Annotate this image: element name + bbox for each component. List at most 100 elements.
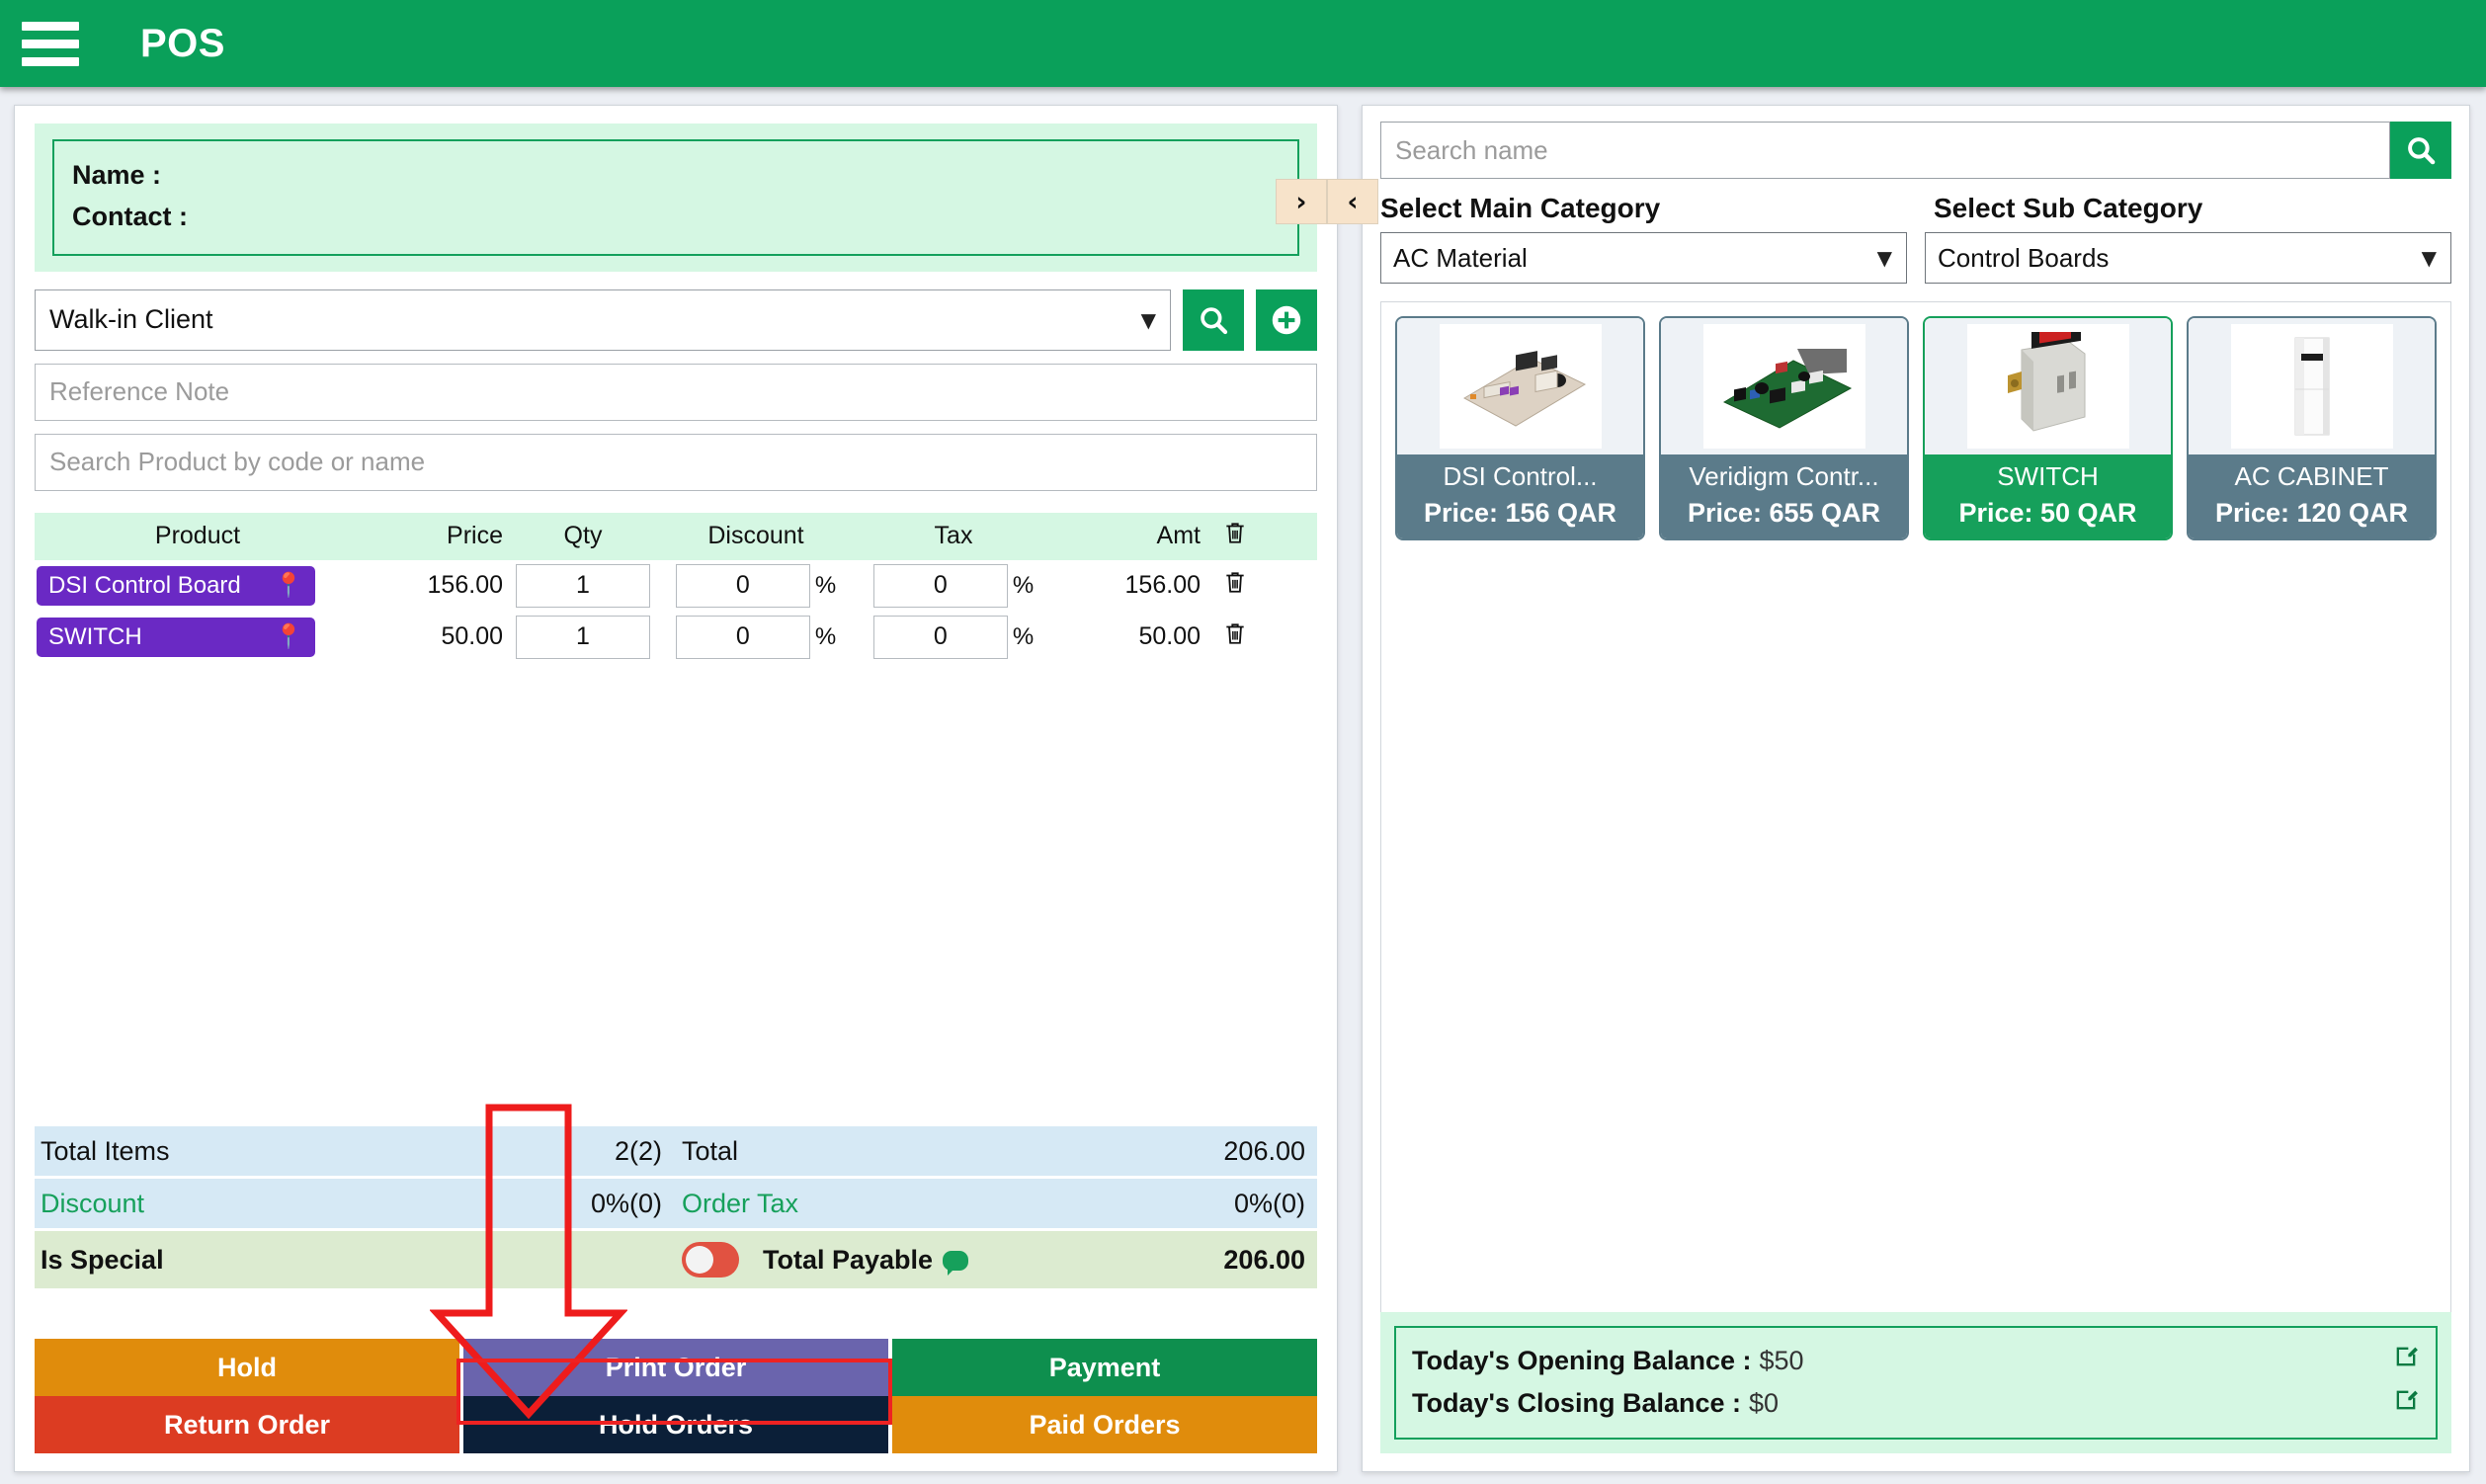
product-card[interactable]: Veridigm Contr... Price: 655 QAR — [1659, 316, 1909, 540]
main-category-label: Select Main Category — [1380, 193, 1661, 223]
product-image — [2189, 318, 2435, 454]
total-payable-label: Total Payable — [763, 1244, 934, 1275]
client-select[interactable]: Walk-in Client ▼ — [35, 289, 1171, 351]
is-special-toggle[interactable] — [682, 1242, 739, 1278]
order-tax-label[interactable]: Order Tax — [676, 1189, 1234, 1219]
main-category-select[interactable]: AC Material ▼ — [1380, 232, 1907, 284]
edit-closing-balance-button[interactable] — [2392, 1383, 2420, 1426]
total-items-value: 2(2) — [614, 1135, 662, 1166]
total-label: Total — [682, 1135, 739, 1166]
top-app-bar: POS — [0, 0, 2486, 87]
table-row: DSI Control Board 📍 156.00 1 0 % 0 % 156… — [35, 560, 1317, 612]
page-body: › ‹ Name : Contact : Walk-in Client ▼ Re… — [0, 87, 2486, 1484]
trash-icon — [1226, 572, 1244, 593]
column-header-qty: Qty — [563, 522, 603, 550]
balance-box: Today's Opening Balance : $50 Today's Cl… — [1380, 1312, 2451, 1453]
product-card[interactable]: SWITCH Price: 50 QAR — [1923, 316, 2173, 540]
order-item-badge[interactable]: DSI Control Board 📍 — [37, 565, 315, 606]
ac-cabinet-image — [2294, 337, 2329, 436]
totals-section: Total Items 2(2) Total 206.00 Discount 0… — [35, 1126, 1317, 1291]
product-name: DSI Control... — [1443, 461, 1598, 491]
edit-icon — [2396, 1347, 2418, 1366]
sub-category-label: Select Sub Category — [1934, 193, 2203, 223]
closing-balance-value: $0 — [1749, 1388, 1780, 1419]
location-pin-icon: 📍 — [274, 572, 303, 600]
chevron-down-icon: ▼ — [2421, 246, 2437, 270]
is-special-label: Is Special — [41, 1244, 164, 1275]
qty-input[interactable]: 1 — [516, 615, 650, 659]
trash-icon — [1226, 623, 1244, 644]
tax-input[interactable]: 0 — [872, 563, 1008, 608]
product-card[interactable]: DSI Control... Price: 156 QAR — [1395, 316, 1645, 540]
discount-label[interactable]: Discount — [41, 1189, 591, 1219]
product-panel: Search name Select Main Category Select … — [1362, 105, 2470, 1472]
plus-icon — [1272, 305, 1301, 334]
tax-percent-label: % — [1012, 571, 1035, 599]
product-name: SWITCH — [1997, 461, 2099, 491]
sub-category-select[interactable]: Control Boards ▼ — [1925, 232, 2451, 284]
tax-percent-label: % — [1012, 622, 1035, 650]
product-image — [1661, 318, 1907, 454]
customer-info-wrapper: Name : Contact : — [35, 124, 1317, 272]
product-search-input[interactable]: Search Product by code or name — [35, 433, 1317, 491]
product-search-button[interactable] — [2390, 122, 2451, 179]
discount-percent-label: % — [814, 571, 837, 599]
order-item-amount: 156.00 — [1124, 571, 1201, 600]
product-name-search-input[interactable]: Search name — [1380, 122, 2390, 179]
tax-input[interactable]: 0 — [872, 615, 1008, 659]
closing-balance-row: Today's Closing Balance : $0 — [1412, 1383, 2420, 1426]
product-name: AC CABINET — [2234, 461, 2389, 491]
column-header-price: Price — [447, 522, 503, 550]
order-tax-value: 0%(0) — [1233, 1188, 1305, 1218]
return-order-button[interactable]: Return Order — [35, 1396, 459, 1453]
hold-orders-button[interactable]: Hold Orders — [463, 1396, 888, 1453]
table-header-row: Product Price Qty Discount Tax Amt — [35, 512, 1317, 560]
order-item-name: DSI Control Board — [48, 571, 241, 599]
delete-all-icon[interactable] — [1201, 519, 1270, 553]
total-payable-value: 206.00 — [1223, 1244, 1305, 1275]
trash-icon — [1226, 523, 1244, 543]
column-header-discount: Discount — [707, 522, 804, 550]
chevron-left-icon[interactable]: ‹ — [1327, 179, 1378, 224]
discount-input[interactable]: 0 — [675, 615, 810, 659]
qty-input[interactable]: 1 — [516, 563, 650, 608]
client-row: Walk-in Client ▼ — [35, 289, 1317, 351]
opening-balance-label: Today's Opening Balance : — [1412, 1345, 1752, 1375]
product-price: Price: 156 QAR — [1423, 497, 1617, 528]
product-name: Veridigm Contr... — [1689, 461, 1879, 491]
panel-toggle-group: › ‹ — [1276, 179, 1378, 224]
paid-orders-button[interactable]: Paid Orders — [892, 1396, 1317, 1453]
order-item-badge[interactable]: SWITCH 📍 — [37, 617, 315, 657]
main-category-value: AC Material — [1393, 242, 1528, 273]
table-row: SWITCH 📍 50.00 1 0 % 0 % 50.00 — [35, 612, 1317, 663]
product-image — [1397, 318, 1643, 454]
chevron-down-icon: ▼ — [1876, 246, 1892, 270]
discount-input[interactable]: 0 — [675, 563, 810, 608]
opening-balance-value: $50 — [1759, 1345, 1804, 1375]
location-pin-icon: 📍 — [274, 623, 303, 651]
client-search-button[interactable] — [1183, 289, 1244, 351]
add-client-button[interactable] — [1256, 289, 1317, 351]
product-price: Price: 655 QAR — [1687, 497, 1881, 528]
note-bubble-icon[interactable] — [943, 1251, 969, 1277]
category-labels: Select Main Category Select Sub Category — [1380, 193, 2451, 224]
product-search-row: Search name — [1380, 122, 2451, 179]
reference-note-input[interactable]: Reference Note — [35, 363, 1317, 421]
order-item-amount: 50.00 — [1138, 622, 1201, 651]
power-switch-image — [2007, 332, 2085, 432]
action-buttons: Hold Print Order Payment Return Order Ho… — [35, 1339, 1317, 1453]
total-items-label: Total Items — [41, 1135, 170, 1166]
sub-category-value: Control Boards — [1938, 242, 2110, 273]
hamburger-menu-icon[interactable] — [22, 18, 79, 69]
chevron-right-icon[interactable]: › — [1276, 179, 1327, 224]
print-order-button[interactable]: Print Order — [463, 1339, 888, 1396]
product-card[interactable]: AC CABINET Price: 120 QAR — [2187, 316, 2437, 540]
customer-name-label: Name : — [72, 160, 162, 190]
hold-button[interactable]: Hold — [35, 1339, 459, 1396]
delete-row-button[interactable] — [1201, 568, 1270, 603]
delete-row-button[interactable] — [1201, 619, 1270, 654]
customer-contact-label: Contact : — [72, 201, 188, 231]
edit-opening-balance-button[interactable] — [2392, 1340, 2420, 1382]
payment-button[interactable]: Payment — [892, 1339, 1317, 1396]
green-circuit-board-image — [1722, 349, 1852, 429]
